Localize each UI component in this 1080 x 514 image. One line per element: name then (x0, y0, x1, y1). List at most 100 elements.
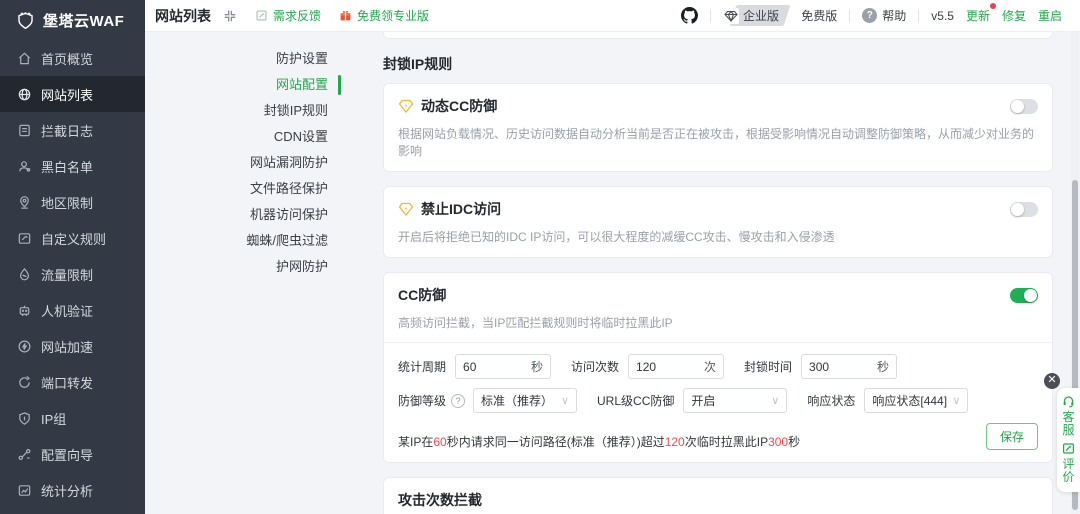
log-icon (17, 123, 32, 138)
promo-link[interactable]: 免费领专业版 (339, 7, 429, 24)
support-widget: 客服 评价 (1057, 388, 1080, 492)
free-edition-label[interactable]: 免费版 (801, 7, 837, 24)
card-block-idc: 禁止IDC访问 开启后将拒绝已知的IDC IP访问，可以很大程度的减缓CC攻击、… (383, 186, 1053, 258)
stat-period-field: 统计周期 秒 (398, 354, 551, 379)
divider (384, 342, 1052, 343)
card-cc-defense: CC防御 高频访问拦截，当IP匹配拦截规则时将临时拉黑此IP 统计周期 秒 访问… (383, 272, 1053, 463)
visit-count-input[interactable] (636, 360, 700, 374)
help-icon[interactable]: ? (451, 394, 465, 408)
submenu-item-vulnerability[interactable]: 网站漏洞防护 (145, 150, 341, 176)
sidebar-item-label: 黑白名单 (41, 157, 93, 176)
user-list-icon (17, 159, 32, 174)
sidebar-item-traffic-limit[interactable]: 流量限制 (0, 256, 145, 292)
submenu-item-cdn[interactable]: CDN设置 (145, 124, 341, 150)
section-heading: 封锁IP规则 (383, 54, 1053, 74)
submenu-item-site-config[interactable]: 网站配置 (145, 72, 341, 98)
collapse-icon[interactable] (223, 9, 237, 23)
robot-icon (17, 303, 32, 318)
review-button[interactable]: 评价 (1062, 442, 1075, 484)
field-label: URL级CC防御 (597, 392, 674, 409)
sidebar-item-blacklist[interactable]: 黑白名单 (0, 148, 145, 184)
cc-defense-toggle[interactable] (1010, 288, 1038, 303)
version-label: v5.5 (931, 9, 954, 23)
block-time-input[interactable] (809, 360, 873, 374)
sidebar-item-wizard[interactable]: 配置向导 (0, 436, 145, 472)
dynamic-cc-toggle[interactable] (1010, 99, 1038, 114)
sidebar-item-label: 配置向导 (41, 445, 93, 464)
submenu-item-block-ip-rules[interactable]: 封锁IP规则 (145, 98, 341, 124)
card-title: 攻击次数拦截 (398, 490, 482, 510)
lightning-icon (17, 339, 32, 354)
response-status-select[interactable]: 响应状态[444] ∨ (864, 388, 968, 413)
defense-level-select[interactable]: 标准（推荐） ∨ (473, 388, 577, 413)
update-dot (990, 3, 996, 9)
url-cc-select[interactable]: 开启 ∨ (683, 388, 787, 413)
repair-button[interactable]: 修复 (1002, 7, 1026, 24)
help-button[interactable]: ? 帮助 (862, 7, 906, 24)
question-icon: ? (862, 8, 877, 23)
edit-rule-icon (17, 231, 32, 246)
sidebar-item-custom-rules[interactable]: 自定义规则 (0, 220, 145, 256)
sidebar: 堡塔云WAF 首页概览 网站列表 拦截日志 黑白名单 地区限制 自定义规则 流量… (0, 0, 145, 514)
submenu-item-hw-protection[interactable]: 护网防护 (145, 254, 341, 280)
feedback-link[interactable]: 需求反馈 (255, 7, 321, 24)
sidebar-item-label: IP组 (41, 409, 66, 428)
unit-label: 秒 (531, 358, 543, 375)
unit-label: 次 (704, 358, 716, 375)
close-icon[interactable]: ✕ (1044, 373, 1060, 389)
review-edit-icon (1062, 442, 1075, 455)
topbar: 网站列表 需求反馈 免费领专业版 企业版 免费版 ? 帮助 (145, 0, 1080, 32)
save-button[interactable]: 保存 (986, 423, 1038, 450)
field-label: 防御等级 (398, 392, 446, 409)
customer-service-button[interactable]: 客服 (1062, 395, 1075, 437)
card-description: 根据网站负载情况、历史访问数据自动分析当前是否正在被攻击，根据受影响情况自动调整… (398, 125, 1038, 159)
chart-icon (17, 483, 32, 498)
brand-logo: 堡塔云WAF (0, 0, 145, 40)
sidebar-item-region[interactable]: 地区限制 (0, 184, 145, 220)
gem-shield-icon (398, 201, 414, 217)
globe-icon (17, 87, 32, 102)
submenu-item-bot-access[interactable]: 机器访问保护 (145, 202, 341, 228)
sidebar-item-acceleration[interactable]: 网站加速 (0, 328, 145, 364)
sidebar-item-block-log[interactable]: 拦截日志 (0, 112, 145, 148)
github-icon[interactable] (681, 7, 698, 24)
toggle-knob (1024, 289, 1037, 302)
chevron-down-icon: ∨ (561, 394, 569, 407)
sidebar-item-label: 地区限制 (41, 193, 93, 212)
sidebar-item-label: 拦截日志 (41, 121, 93, 140)
edition-label: 企业版 (743, 7, 779, 24)
card-title: 禁止IDC访问 (421, 199, 501, 219)
stat-period-input[interactable] (463, 360, 527, 374)
sidebar-item-sites[interactable]: 网站列表 (0, 76, 145, 112)
sidebar-item-label: 自定义规则 (41, 229, 106, 248)
response-status-field: 响应状态 响应状态[444] ∨ (807, 388, 968, 413)
field-label: 封锁时间 (744, 358, 792, 375)
toggle-knob (1011, 203, 1024, 216)
feedback-note-icon (255, 9, 268, 22)
content-area: 防护设置 网站配置 封锁IP规则 CDN设置 网站漏洞防护 文件路径保护 机器访… (145, 32, 1080, 514)
card-dynamic-cc: 动态CC防御 根据网站负载情况、历史访问数据自动分析当前是否正在被攻击，根据受影… (383, 83, 1053, 172)
chevron-down-icon: ∨ (952, 394, 960, 407)
submenu-item-spider-filter[interactable]: 蜘蛛/爬虫过滤 (145, 228, 341, 254)
card-description: 高频访问拦截，当IP匹配拦截规则时将临时拉黑此IP (398, 314, 1038, 331)
sidebar-item-statistics[interactable]: 统计分析 (0, 472, 145, 508)
block-idc-toggle[interactable] (1010, 202, 1038, 217)
sidebar-item-port-forward[interactable]: 端口转发 (0, 364, 145, 400)
sidebar-item-home[interactable]: 首页概览 (0, 40, 145, 76)
defense-level-field: 防御等级 ? 标准（推荐） ∨ (398, 388, 577, 413)
rule-summary: 某IP在60秒内请求同一访问路径(标准（推荐）)超过120次临时拉黑此IP300… (398, 433, 800, 450)
drop-icon (17, 267, 32, 282)
sidebar-item-captcha[interactable]: 人机验证 (0, 292, 145, 328)
divider (849, 9, 850, 23)
edition-badge[interactable]: 企业版 (723, 5, 787, 26)
submenu-item-protection[interactable]: 防护设置 (145, 46, 341, 72)
sidebar-item-ip-group[interactable]: IP组 (0, 400, 145, 436)
url-cc-field: URL级CC防御 开启 ∨ (597, 388, 787, 413)
card-title: CC防御 (398, 285, 446, 305)
partial-card-above (383, 32, 1053, 39)
restart-button[interactable]: 重启 (1038, 7, 1062, 24)
submenu-item-file-path[interactable]: 文件路径保护 (145, 176, 341, 202)
sidebar-item-label: 首页概览 (41, 49, 93, 68)
visit-count-field: 访问次数 次 (571, 354, 724, 379)
update-button[interactable]: 更新 (966, 7, 990, 24)
